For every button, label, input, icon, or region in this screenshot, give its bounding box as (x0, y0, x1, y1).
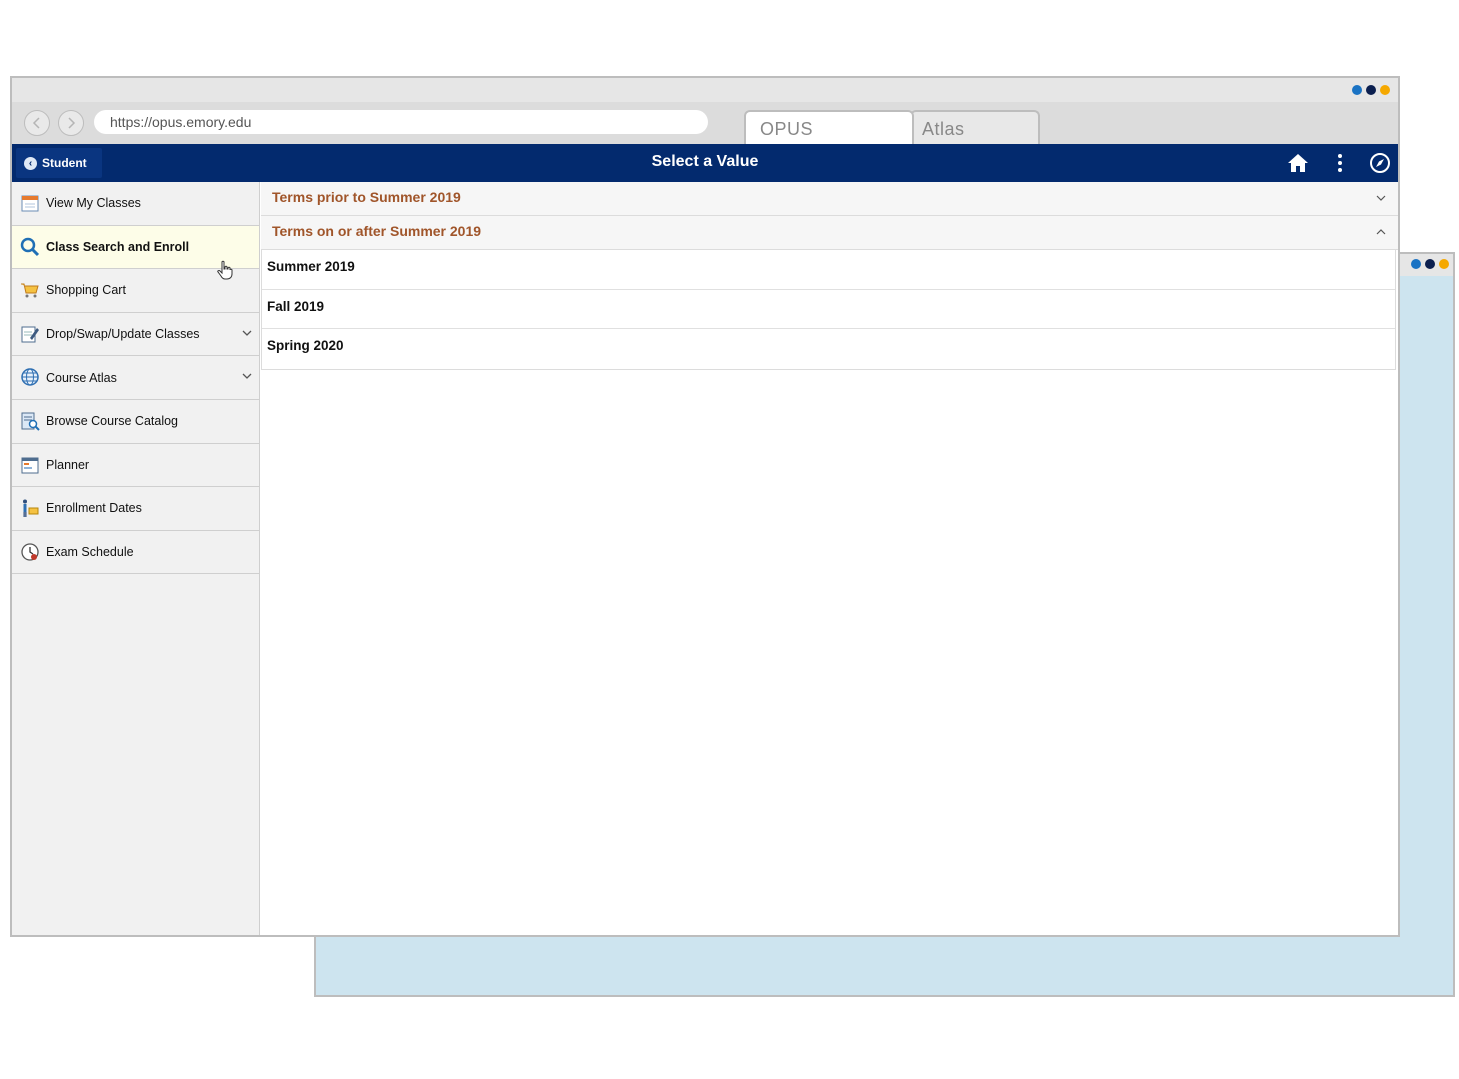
sidebar-item-course-atlas[interactable]: Course Atlas (12, 356, 259, 400)
app-header: ‹ Student Select a Value (12, 144, 1398, 182)
sidebar-item-browse-course-catalog[interactable]: Browse Course Catalog (12, 400, 259, 444)
chevron-left-icon (32, 117, 40, 129)
window-dot-navy[interactable] (1366, 85, 1376, 95)
term-row-summer-2019[interactable]: Summer 2019 (262, 250, 1395, 290)
browser-window: https://opus.emory.edu OPUS Atlas ‹ Stud… (10, 76, 1400, 937)
sidebar-item-view-my-classes[interactable]: View My Classes (12, 182, 259, 226)
chevron-left-icon: ‹ (24, 156, 37, 170)
term-row-spring-2020[interactable]: Spring 2020 (262, 329, 1395, 369)
planner-icon (21, 457, 39, 474)
sidebar-item-planner[interactable]: Planner (12, 444, 259, 488)
sidebar-item-label: Planner (46, 457, 90, 472)
term-row-fall-2019[interactable]: Fall 2019 (262, 290, 1395, 329)
globe-icon (21, 368, 39, 387)
enrollment-dates-icon (23, 499, 39, 518)
student-back-label: Student (42, 156, 87, 170)
main-content: Terms prior to Summer 2019 Terms on or a… (261, 182, 1398, 935)
home-icon[interactable] (1286, 151, 1310, 175)
page-title: Select a Value (651, 153, 759, 170)
group-header-label: Terms prior to Summer 2019 (272, 189, 461, 205)
browser-toolbar: https://opus.emory.edu OPUS Atlas (12, 102, 1398, 144)
sidebar: View My Classes Class Search and Enroll … (12, 182, 260, 935)
calendar-icon (21, 195, 39, 212)
sidebar-item-label: Exam Schedule (46, 545, 134, 560)
sidebar-item-label: Browse Course Catalog (46, 414, 179, 429)
navigation-compass-icon[interactable] (1368, 151, 1392, 175)
chevron-down-icon[interactable] (241, 327, 253, 339)
group-header-terms-on-or-after[interactable]: Terms on or after Summer 2019 (261, 216, 1398, 250)
chevron-up-icon (1376, 229, 1386, 235)
clock-icon (21, 543, 39, 561)
window-dot-gold[interactable] (1380, 85, 1390, 95)
window-dot-blue[interactable] (1352, 85, 1362, 95)
tab-opus[interactable]: OPUS (744, 110, 914, 144)
catalog-search-icon (21, 412, 40, 431)
chevron-down-icon[interactable] (241, 370, 253, 382)
sidebar-item-label: Shopping Cart (46, 283, 126, 298)
sidebar-item-label: Class Search and Enroll (46, 239, 190, 254)
sidebar-item-exam-schedule[interactable]: Exam Schedule (12, 531, 259, 575)
tab-atlas[interactable]: Atlas (910, 110, 1040, 144)
window-dot-navy (1425, 259, 1435, 269)
sidebar-item-class-search-and-enroll[interactable]: Class Search and Enroll (12, 225, 259, 280)
browser-forward-button[interactable] (58, 110, 84, 136)
window-titlebar (12, 78, 1398, 102)
sidebar-item-drop-swap-update-classes[interactable]: Drop/Swap/Update Classes (12, 313, 259, 357)
group-header-terms-prior[interactable]: Terms prior to Summer 2019 (261, 182, 1398, 216)
window-dot-gold (1439, 259, 1449, 269)
shopping-cart-icon (21, 283, 39, 298)
url-bar[interactable]: https://opus.emory.edu (94, 110, 708, 134)
browser-back-button[interactable] (24, 110, 50, 136)
search-icon (20, 237, 40, 256)
group-header-label: Terms on or after Summer 2019 (272, 223, 482, 239)
chevron-right-icon (68, 117, 76, 129)
edit-document-icon (21, 326, 39, 343)
chevron-down-icon (1376, 195, 1386, 201)
term-list: Summer 2019 Fall 2019 Spring 2020 (261, 250, 1396, 370)
sidebar-item-label: Enrollment Dates (46, 501, 142, 516)
sidebar-item-label: Course Atlas (46, 370, 117, 385)
sidebar-item-shopping-cart[interactable]: Shopping Cart (12, 269, 259, 313)
student-back-button[interactable]: ‹ Student (16, 148, 102, 178)
more-vertical-icon[interactable] (1328, 151, 1352, 175)
window-dot-blue (1411, 259, 1421, 269)
sidebar-item-label: View My Classes (46, 196, 141, 211)
sidebar-item-enrollment-dates[interactable]: Enrollment Dates (12, 487, 259, 531)
sidebar-item-label: Drop/Swap/Update Classes (46, 327, 200, 342)
